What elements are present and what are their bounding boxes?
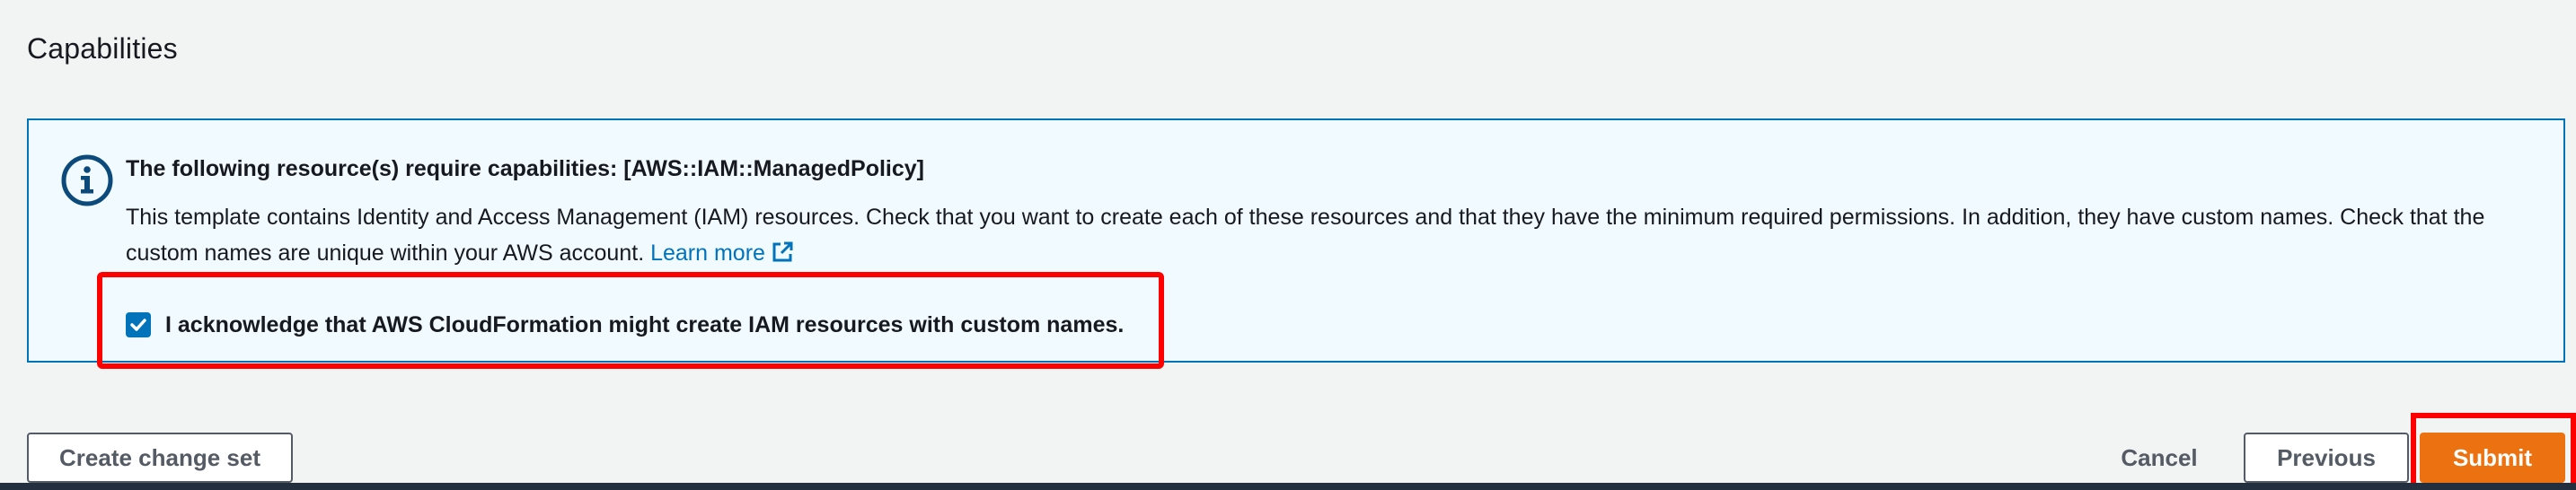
- create-change-set-button[interactable]: Create change set: [27, 433, 293, 483]
- info-icon: [61, 154, 113, 206]
- learn-more-link[interactable]: Learn more: [650, 241, 794, 266]
- learn-more-label: Learn more: [650, 241, 765, 266]
- acknowledge-checkbox[interactable]: [126, 312, 151, 337]
- info-alert-panel: The following resource(s) require capabi…: [27, 118, 2565, 363]
- previous-button[interactable]: Previous: [2244, 433, 2409, 483]
- section-title: Capabilities: [27, 32, 178, 65]
- info-alert-body: This template contains Identity and Acce…: [126, 199, 2551, 271]
- info-alert-title: The following resource(s) require capabi…: [126, 156, 925, 181]
- checkmark-icon: [130, 319, 146, 331]
- bottom-bar: [0, 483, 2576, 490]
- cancel-button[interactable]: Cancel: [2098, 433, 2220, 483]
- acknowledge-row: I acknowledge that AWS CloudFormation mi…: [126, 307, 1124, 343]
- external-link-icon: [772, 241, 793, 262]
- acknowledge-label[interactable]: I acknowledge that AWS CloudFormation mi…: [165, 312, 1124, 338]
- submit-button[interactable]: Submit: [2420, 433, 2565, 483]
- info-alert-body-text: This template contains Identity and Acce…: [126, 205, 2485, 266]
